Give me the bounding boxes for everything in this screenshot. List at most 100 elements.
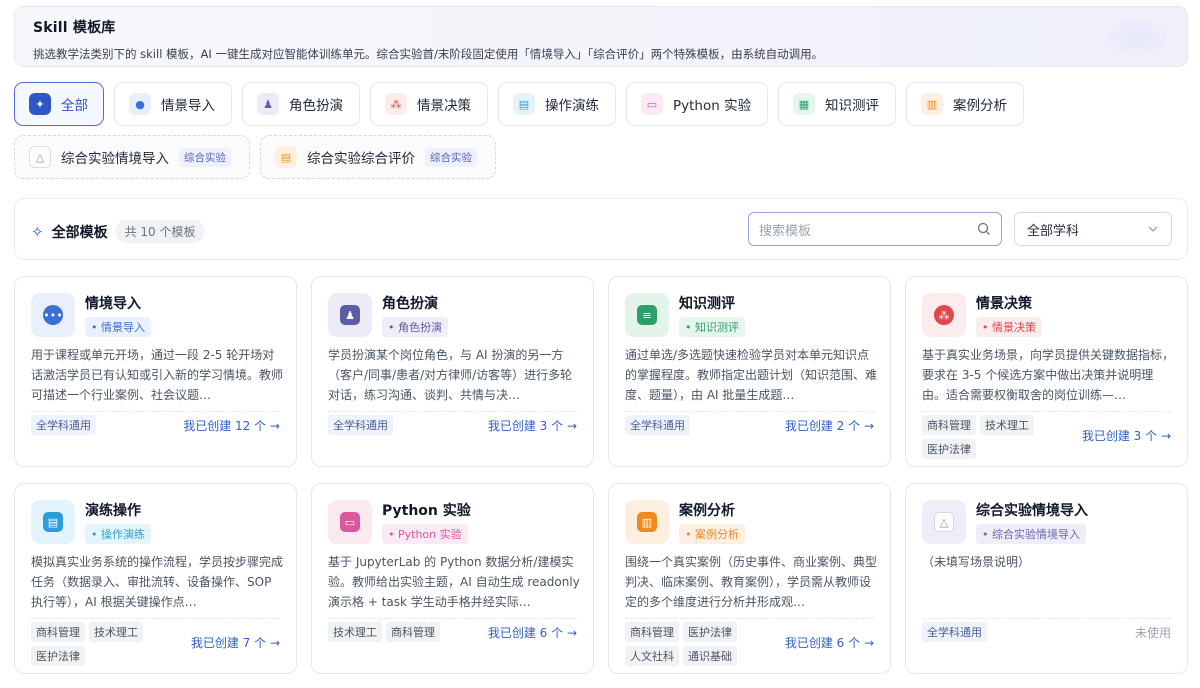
category-tab-label: 操作演练 (545, 98, 599, 114)
person-icon: ♟ (257, 93, 279, 115)
integrated-badge: 综合实验 (179, 147, 231, 167)
integrated-badge: 综合实验 (425, 147, 477, 167)
screen-icon: ▤ (31, 500, 75, 544)
category-tab-knowledge-test[interactable]: ▦ 知识测评 (778, 82, 896, 126)
subject-tag: 商科管理 (386, 622, 440, 642)
template-name: Python 实验 (382, 503, 471, 519)
subject-filter-value: 全部学科 (1027, 223, 1080, 239)
subject-tags: 全学科通用 (625, 415, 765, 435)
template-card[interactable]: ▭ Python 实验 • Python 实验 基于 JupyterLab 的 … (311, 483, 594, 674)
divider (31, 411, 280, 412)
template-description: 通过单选/多选题快速检验学员对本单元知识点的掌握程度。教师指定出题计划（知识范围… (625, 348, 877, 402)
subject-tag: 全学科通用 (31, 415, 96, 435)
created-count-link[interactable]: 我已创建 2 个 → (785, 417, 874, 434)
code-window-icon: ▭ (641, 93, 663, 115)
search-input[interactable]: 搜索模板 (748, 212, 1002, 246)
created-count-link[interactable]: 我已创建 3 个 → (1082, 427, 1171, 444)
created-count-link[interactable]: 我已创建 6 个 → (488, 624, 577, 641)
magic-wand-icon: ✧ (31, 222, 44, 241)
category-tab-scene-intro[interactable]: ● 情景导入 (114, 82, 232, 126)
category-tab-label: 知识测评 (825, 98, 879, 114)
divider (625, 411, 874, 412)
template-description: 用于课程或单元开场，通过一段 2-5 轮开场对话激活学员已有认知或引入新的学习情… (31, 348, 283, 402)
template-type-badge: • Python 实验 (382, 524, 468, 544)
divider (922, 411, 1171, 412)
subject-tag: 全学科通用 (625, 415, 690, 435)
divider (625, 618, 874, 619)
chat-bubble-icon: ● (129, 93, 151, 115)
screen-icon: ▤ (513, 93, 535, 115)
subject-tag: 商科管理 (31, 622, 85, 642)
subject-tag: 全学科通用 (328, 415, 393, 435)
subject-filter-select[interactable]: 全部学科 (1014, 212, 1172, 246)
template-description: （未填写场景说明） (922, 555, 1031, 569)
created-count-link[interactable]: 我已创建 12 个 → (183, 417, 280, 434)
template-card[interactable]: ♟ 角色扮演 • 角色扮演 学员扮演某个岗位角色，与 AI 扮演的另一方（客户/… (311, 276, 594, 467)
template-type-badge: • 知识测评 (679, 317, 745, 337)
template-name: 综合实验情境导入 (976, 503, 1088, 519)
subject-tag: 医护法律 (31, 646, 85, 666)
decision-icon: ⁂ (385, 93, 407, 115)
template-card[interactable]: ▥ 案例分析 • 案例分析 围绕一个真实案例（历史事件、商业案例、典型判决、临床… (608, 483, 891, 674)
template-card[interactable]: ••• 情境导入 • 情景导入 用于课程或单元开场，通过一段 2-5 轮开场对话… (14, 276, 297, 467)
page-description: 挑选教学法类别下的 skill 模板，AI 一键生成对应智能体训练单元。综合实验… (33, 47, 824, 61)
subject-tag: 全学科通用 (922, 622, 987, 642)
category-tab-all[interactable]: ✦ 全部 (14, 82, 104, 126)
category-tab-operation-drill[interactable]: ▤ 操作演练 (498, 82, 616, 126)
template-card[interactable]: ▤ 演练操作 • 操作演练 模拟真实业务系统的操作流程，学员按步骤完成任务（数据… (14, 483, 297, 674)
template-type-badge: • 综合实验情境导入 (976, 524, 1086, 544)
created-count-link[interactable]: 我已创建 7 个 → (191, 634, 280, 651)
subject-tags: 商科管理 医护法律 人文社科 通识基础 (625, 622, 765, 666)
subject-tags: 全学科通用 (922, 622, 1062, 642)
divider (922, 618, 1171, 619)
created-count-link[interactable]: 我已创建 6 个 → (785, 634, 874, 651)
category-tab-label: 案例分析 (953, 98, 1007, 114)
category-tab-label: 综合实验情境导入 (61, 151, 169, 167)
template-name: 情境导入 (85, 296, 141, 312)
template-card[interactable]: △ 综合实验情境导入 • 综合实验情境导入 （未填写场景说明） 全学科通用 未使… (905, 483, 1188, 674)
created-count-link[interactable]: 我已创建 3 个 → (488, 417, 577, 434)
subject-tag: 商科管理 (922, 415, 976, 435)
category-tab-label: 角色扮演 (289, 98, 343, 114)
category-tab-role-play[interactable]: ♟ 角色扮演 (242, 82, 360, 126)
template-description: 基于真实业务场景，向学员提供关键数据指标，要求在 3-5 个候选方案中做出决策并… (922, 348, 1174, 402)
template-description: 学员扮演某个岗位角色，与 AI 扮演的另一方（客户/同事/患者/对方律师/访客等… (328, 348, 573, 402)
category-tab-python-lab[interactable]: ▭ Python 实验 (626, 82, 768, 126)
header-banner: Skill 模板库 挑选教学法类别下的 skill 模板，AI 一键生成对应智能… (14, 6, 1188, 67)
category-tab-integrated-intro[interactable]: △ 综合实验情境导入 综合实验 (14, 135, 250, 179)
person-icon: ♟ (328, 293, 372, 337)
template-type-badge: • 情景导入 (85, 317, 151, 337)
chevron-down-icon (1148, 226, 1158, 232)
template-list-toolbar: ✧ 全部模板 共 10 个模板 搜索模板 全部学科 (14, 198, 1188, 260)
template-count-badge: 共 10 个模板 (115, 220, 205, 243)
page-title: Skill 模板库 (33, 20, 116, 36)
report-icon: ▤ (275, 146, 297, 168)
template-description: 模拟真实业务系统的操作流程，学员按步骤完成任务（数据录入、审批流转、设备操作、S… (31, 555, 283, 609)
subject-tags: 商科管理 技术理工 医护法律 (922, 415, 1062, 459)
subject-tags: 全学科通用 (31, 415, 171, 435)
category-tab-label: 情景导入 (161, 98, 215, 114)
subject-tag: 通识基础 (683, 646, 737, 666)
clipboard-icon: ≡ (625, 293, 669, 337)
magic-wand-icon: ✦ (29, 93, 51, 115)
template-description: 围绕一个真实案例（历史事件、商业案例、典型判决、临床案例、教育案例），学员需从教… (625, 555, 877, 609)
category-tab-scene-decision[interactable]: ⁂ 情景决策 (370, 82, 488, 126)
subject-tags: 技术理工 商科管理 (328, 622, 468, 642)
network-icon: △ (29, 146, 51, 168)
category-tab-integrated-evaluation[interactable]: ▤ 综合实验综合评价 综合实验 (260, 135, 496, 179)
template-list-heading: ✧ 全部模板 共 10 个模板 (31, 220, 205, 243)
category-tab-case-analysis[interactable]: ▥ 案例分析 (906, 82, 1024, 126)
subject-tag: 医护法律 (922, 439, 976, 459)
category-tab-label: 综合实验综合评价 (307, 151, 415, 167)
template-card[interactable]: ⁂ 情景决策 • 情景决策 基于真实业务场景，向学员提供关键数据指标，要求在 3… (905, 276, 1188, 467)
template-type-badge: • 案例分析 (679, 524, 745, 544)
template-card[interactable]: ≡ 知识测评 • 知识测评 通过单选/多选题快速检验学员对本单元知识点的掌握程度… (608, 276, 891, 467)
divider (31, 618, 280, 619)
subject-tag: 技术理工 (980, 415, 1034, 435)
category-tab-label: 全部 (61, 98, 88, 114)
template-name: 案例分析 (679, 503, 735, 519)
template-type-badge: • 操作演练 (85, 524, 151, 544)
template-description: 基于 JupyterLab 的 Python 数据分析/建模实验。教师给出实验主… (328, 555, 580, 609)
divider (328, 411, 577, 412)
subject-tag: 技术理工 (89, 622, 143, 642)
